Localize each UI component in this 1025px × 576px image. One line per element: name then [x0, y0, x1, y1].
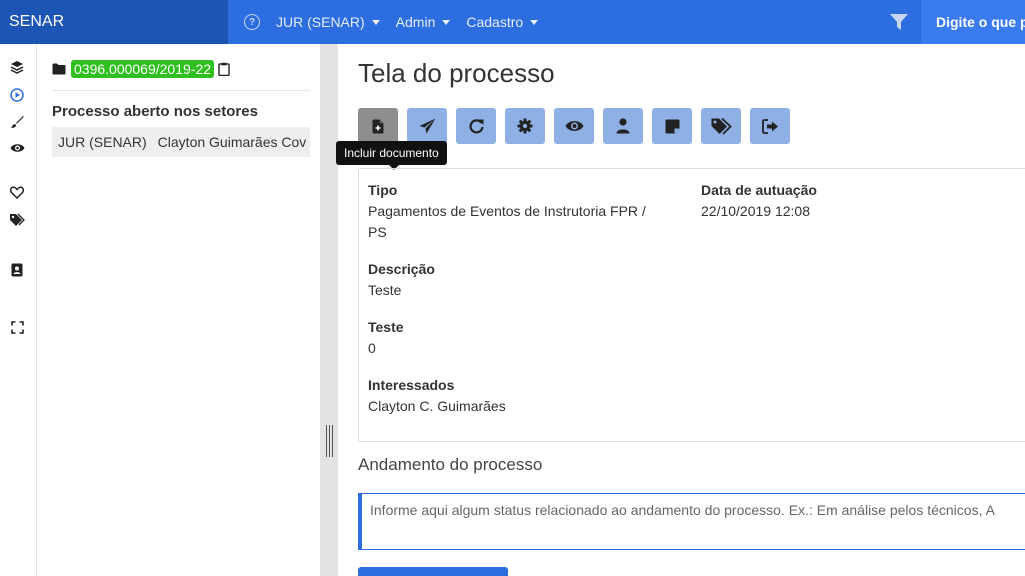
refresh-icon [468, 118, 484, 133]
field-value: 0 [368, 340, 376, 356]
nav-menu-admin-label: Admin [395, 14, 436, 30]
caret-down-icon [442, 19, 451, 25]
layers-icon[interactable] [9, 59, 25, 75]
sector-name: JUR (SENAR) [58, 134, 147, 150]
panel-splitter[interactable] [320, 44, 338, 576]
add-document-button[interactable] [358, 108, 398, 144]
note-icon [665, 119, 679, 133]
nav-menu-admin[interactable]: Admin [396, 14, 451, 30]
nav-menu-sector-label: JUR (SENAR) [276, 14, 365, 30]
question-circle-icon[interactable]: ? [244, 14, 260, 30]
drag-handle-icon[interactable] [326, 425, 333, 457]
field-value: PS [368, 224, 387, 240]
gear-icon [517, 118, 533, 134]
tags-icon[interactable] [9, 212, 25, 228]
folder-icon [52, 63, 66, 75]
field-label: Interessados [368, 377, 455, 393]
user-button[interactable] [603, 108, 643, 144]
save-andamento-button[interactable] [358, 567, 508, 576]
andamento-title: Andamento do processo [358, 455, 543, 474]
icon-rail [0, 44, 37, 576]
user-icon [616, 118, 630, 134]
sector-row[interactable]: JUR (SENAR) Clayton Guimarães Cov [52, 127, 310, 157]
sectors-title: Processo aberto nos setores [52, 103, 258, 120]
top-navbar: SENAR ? JUR (SENAR) Admin Cadastro Digit… [0, 0, 1025, 44]
process-number-badge: 0396.000069/2019-22 [71, 60, 215, 78]
andamento-textarea[interactable]: Informe aqui algum status relacionado ao… [358, 493, 1025, 550]
tags-button[interactable] [701, 108, 741, 144]
field-value: Pagamentos de Eventos de Instrutoria FPR… [368, 203, 646, 219]
divider [52, 90, 310, 91]
field-teste: Teste 0 [368, 317, 404, 359]
field-label: Descrição [368, 261, 435, 277]
settings-button[interactable] [505, 108, 545, 144]
tags-icon [711, 117, 732, 135]
sector-person: Clayton Guimarães Cov [157, 134, 307, 150]
sign-out-button[interactable] [750, 108, 790, 144]
process-sidebar: 0396.000069/2019-22 Processo aberto nos … [37, 44, 320, 576]
nav-menu: ? JUR (SENAR) Admin Cadastro [228, 0, 554, 44]
page-title: Tela do processo [358, 58, 555, 88]
field-value: Clayton C. Guimarães [368, 398, 506, 414]
field-label: Tipo [368, 182, 398, 198]
view-button[interactable] [554, 108, 594, 144]
clipboard-icon[interactable] [218, 62, 230, 76]
play-circle-icon[interactable] [9, 87, 25, 103]
field-tipo: Tipo Pagamentos de Eventos de Instrutori… [368, 180, 688, 243]
send-icon [419, 118, 435, 134]
field-value: 22/10/2019 12:08 [701, 203, 810, 219]
field-value: Teste [368, 282, 402, 298]
field-label: Teste [368, 319, 404, 335]
search-input[interactable]: Digite o que p [921, 0, 1025, 44]
expand-icon[interactable] [9, 319, 25, 335]
nav-menu-sector[interactable]: JUR (SENAR) [276, 14, 380, 30]
caret-down-icon [530, 19, 539, 25]
eye-icon[interactable] [9, 140, 25, 156]
eye-icon [565, 121, 583, 131]
caret-down-icon [371, 19, 380, 25]
brand-logo[interactable]: SENAR [0, 0, 228, 44]
filter-icon[interactable] [889, 12, 909, 32]
field-descricao: Descrição Teste [368, 259, 435, 301]
nav-menu-cadastro-label: Cadastro [466, 14, 524, 30]
field-label: Data de autuação [701, 182, 817, 198]
heart-icon[interactable] [9, 184, 25, 200]
contact-card-icon[interactable] [9, 262, 25, 278]
add-document-icon [372, 119, 384, 133]
field-interessados: Interessados Clayton C. Guimarães [368, 375, 506, 417]
process-header: 0396.000069/2019-22 [52, 60, 230, 78]
sign-out-icon [761, 118, 778, 134]
nav-menu-cadastro[interactable]: Cadastro [466, 14, 539, 30]
tooltip: Incluir documento [336, 141, 447, 170]
process-details-card: Tipo Pagamentos de Eventos de Instrutori… [358, 168, 1025, 442]
refresh-button[interactable] [456, 108, 496, 144]
send-button[interactable] [407, 108, 447, 144]
main-content: Tela do processo Incluir documento Tipo … [336, 44, 1025, 576]
brush-icon[interactable] [9, 114, 25, 130]
field-data-autuacao: Data de autuação 22/10/2019 12:08 [701, 180, 901, 222]
process-toolbar: Incluir documento [336, 108, 799, 170]
note-button[interactable] [652, 108, 692, 144]
